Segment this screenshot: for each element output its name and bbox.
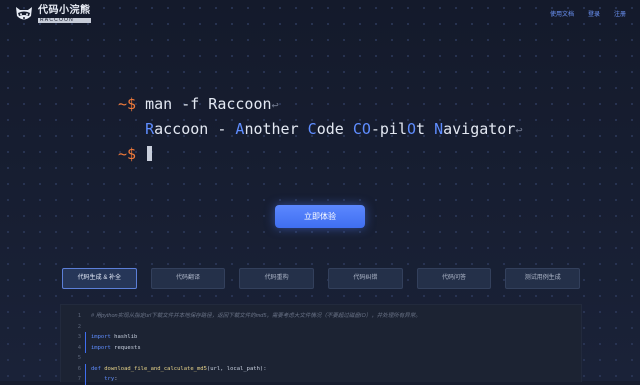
code-line: 6 def download_file_and_calculate_md5(url… [61, 364, 581, 374]
line-content: import hashlib [91, 332, 137, 342]
block-guide [85, 363, 86, 385]
terminal-command: man -f Raccoon [145, 95, 272, 113]
terminal-line-1: ~$ man -f Raccoon↩ [118, 92, 523, 117]
code-token: import [91, 334, 111, 340]
line-number: 3 [77, 334, 81, 340]
code-token: : [114, 376, 118, 382]
code-line: 4 import requests [61, 343, 581, 353]
output-text: ode [316, 120, 353, 138]
terminal-line-2: Raccoon - Another Code CO-pilOt Navigato… [118, 117, 523, 142]
return-icon: ↩ [515, 123, 523, 137]
acronym-letter: R [145, 120, 155, 138]
code-line: 5 [61, 353, 581, 363]
top-header: 代码小浣熊 RACCOON 使用文档 登录 注册 [0, 0, 640, 28]
line-content: import requests [91, 343, 141, 353]
line-content: try: [91, 374, 118, 384]
nav-register-link[interactable]: 注册 [614, 9, 626, 18]
top-nav: 使用文档 登录 注册 [550, 9, 626, 18]
terminal-cursor [147, 146, 153, 161]
tab-1[interactable]: 代码翻译 [150, 268, 226, 289]
output-text: avigator [443, 120, 516, 138]
tab-5[interactable]: 测试用例生成 [505, 268, 581, 289]
nav-docs-link[interactable]: 使用文档 [550, 9, 574, 18]
line-number: 6 [77, 365, 81, 372]
code-token: def [91, 365, 101, 372]
code-token: (url, local_path): [206, 365, 267, 372]
output-text: accoon - [154, 120, 236, 138]
code-line: 7 try: [61, 374, 581, 384]
code-token: download_file_and_calculate_md5 [104, 365, 207, 372]
logo-subtitle: RACCOON [38, 17, 91, 23]
terminal-prompt: ~$ [118, 95, 137, 113]
code-line: 3 import hashlib [61, 332, 581, 342]
code-token: try [104, 376, 115, 382]
code-token: requests [110, 344, 141, 351]
code-line: 1 # 用python实现从指定url下载文件并本地保存路径，返回下载文件的md5… [61, 311, 581, 321]
line-content: def download_file_and_calculate_md5(url,… [91, 364, 267, 374]
code-example-panel: 1 # 用python实现从指定url下载文件并本地保存路径，返回下载文件的md5… [60, 304, 582, 385]
terminal-prompt: ~$ [118, 145, 137, 163]
line-number: 5 [77, 355, 81, 361]
line-number: 1 [77, 313, 81, 319]
tab-2[interactable]: 代码重构 [239, 268, 315, 289]
tab-4[interactable]: 代码问答 [416, 268, 492, 289]
acronym-letter: C [307, 120, 317, 138]
return-icon: ↩ [271, 98, 279, 112]
logo-title: 代码小浣熊 [38, 4, 91, 16]
raccoon-logo-icon [16, 7, 32, 20]
line-content: # 用python实现从指定url下载文件并本地保存路径，返回下载文件的md5，… [91, 311, 421, 321]
acronym-letter: O [407, 120, 417, 138]
output-text: t [416, 120, 435, 138]
line-number: 4 [77, 344, 81, 351]
tab-3[interactable]: 代码纠错 [328, 268, 403, 289]
output-text: -pil [370, 120, 407, 138]
code-token: import [91, 344, 111, 351]
terminal-output: Raccoon - Another Code CO-pilOt Navigato… [145, 120, 515, 138]
terminal-hero: ~$ man -f Raccoon↩ Raccoon - Another Cod… [118, 92, 523, 166]
tab-0[interactable]: 代码生成 & 补全 [62, 268, 137, 289]
code-token: # 用python实现从指定url下载文件并本地保存路径，返回下载文件的md5，… [91, 313, 421, 319]
line-number: 7 [77, 376, 81, 382]
logo[interactable]: 代码小浣熊 RACCOON [14, 5, 91, 23]
code-token: hashlib [110, 334, 138, 340]
output-text: nother [244, 120, 308, 138]
code-line: 2 [61, 322, 581, 332]
try-now-button[interactable]: 立即体验 [275, 205, 365, 228]
acronym-letter: CO [352, 120, 371, 138]
terminal-line-3: ~$ [118, 142, 523, 166]
nav-login-link[interactable]: 登录 [588, 9, 600, 18]
block-guide [85, 332, 86, 353]
acronym-letter: N [434, 120, 444, 138]
line-number: 2 [77, 323, 81, 330]
feature-tabs: 代码生成 & 补全 代码翻译 代码重构 代码纠错 代码问答 测试用例生成 [62, 268, 581, 289]
